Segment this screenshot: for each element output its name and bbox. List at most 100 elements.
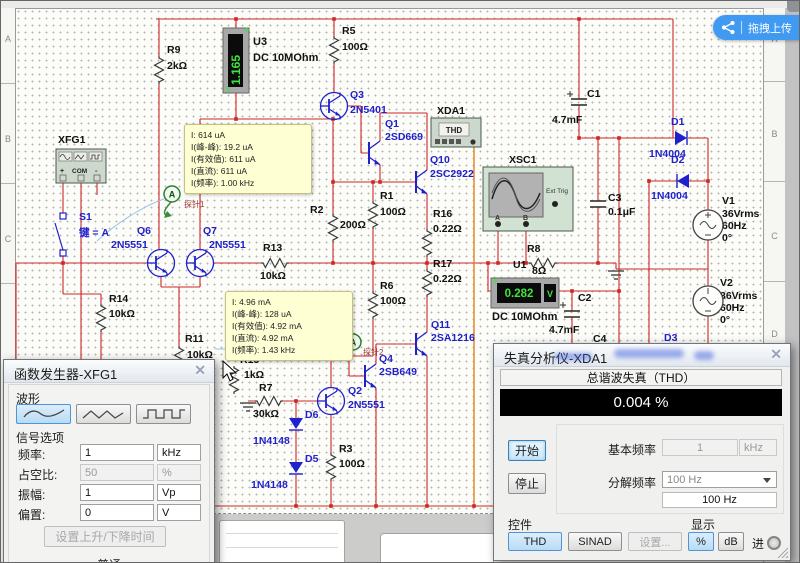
percent-button[interactable]: % (688, 532, 714, 551)
controls-group-label: 控件 (508, 516, 532, 533)
svg-text:键 = A: 键 = A (78, 226, 109, 239)
frequency-input[interactable]: 1 (80, 444, 154, 461)
svg-text:Q11: Q11 (431, 319, 450, 331)
triangle-wave-button[interactable] (76, 404, 131, 424)
capacitor-C3[interactable]: C30.1μF (608, 192, 636, 218)
transistor-Q10[interactable]: Q102SC2922 (430, 154, 474, 180)
dock-box (380, 533, 494, 563)
svg-text:B: B (523, 215, 528, 222)
function-generator-icon[interactable]: XFG1 + COM - (56, 134, 106, 183)
svg-text:36Vrms: 36Vrms (722, 208, 760, 220)
resistor-R11[interactable]: R1110kΩ (185, 333, 213, 361)
resolution-freq-select[interactable]: 100 Hz (662, 471, 777, 488)
svg-text:D1: D1 (671, 116, 685, 128)
amplitude-input[interactable]: 1 (80, 484, 154, 501)
resistor-R2[interactable]: R2200Ω (310, 204, 366, 231)
panel-titlebar[interactable]: 失真分析仪-XDA1 ✕ (494, 344, 790, 367)
svg-text:10kΩ: 10kΩ (260, 270, 286, 282)
resize-grip[interactable] (776, 546, 788, 558)
resistor-R3[interactable]: R3100Ω (339, 443, 365, 470)
distortion-analyzer-panel[interactable]: 失真分析仪-XDA1 ✕ 总谐波失真（THD） 0.004 % 开始 停止 基本… (493, 343, 791, 561)
svg-text:Q2: Q2 (348, 385, 362, 397)
offset-unit[interactable]: V (157, 504, 201, 521)
svg-text:V1: V1 (722, 195, 735, 207)
sine-wave-button[interactable] (16, 404, 71, 424)
sinad-mode-button[interactable]: SINAD (568, 532, 622, 551)
svg-text:R5: R5 (342, 25, 356, 37)
probe-info-box-1[interactable]: I: 614 uA I(峰-峰): 19.2 uA I(有效值): 611 uA… (184, 124, 312, 194)
resistor-R6[interactable]: R6100Ω (380, 280, 406, 307)
meter-unit: V (547, 289, 553, 299)
svg-text:D5: D5 (305, 453, 319, 465)
thd-mode-button[interactable]: THD (508, 532, 562, 551)
oscilloscope-icon[interactable]: XSC1 Ext Trig A B (483, 154, 573, 231)
frequency-unit[interactable]: kHz (157, 444, 201, 461)
probe-info-line: I(频率): 1.00 kHz (191, 177, 305, 189)
probe-info-line: I(有效值): 611 uA (191, 153, 305, 165)
multimeter-U3[interactable]: 1.165 V U3 DC 10MOhm (223, 28, 319, 95)
resistor-R9[interactable]: R92kΩ (167, 44, 187, 72)
resistor-R16[interactable]: R160.22Ω (433, 208, 462, 235)
svg-text:COM: COM (72, 168, 87, 175)
svg-text:100Ω: 100Ω (380, 206, 406, 218)
transistor-Q11[interactable]: Q112SA1216 (431, 319, 475, 344)
db-button[interactable]: dB (718, 532, 744, 551)
capacitor-C1[interactable]: C14.7mF (552, 88, 601, 126)
resistor-R17[interactable]: R170.22Ω (433, 258, 462, 285)
transistor-Q2[interactable]: Q22N5551 (348, 385, 385, 411)
transistor-Q6[interactable]: Q62N5551 (111, 225, 151, 251)
probe-info-box-2[interactable]: I: 4.96 mA I(峰-峰): 128 uA I(有效值): 4.92 m… (225, 291, 353, 361)
panel-titlebar[interactable]: 函数发生器-XFG1 ✕ (4, 360, 214, 383)
source-V2[interactable]: V236Vrms60Hz0° (720, 277, 758, 326)
transistor-Q1[interactable]: Q12SD669 (385, 118, 423, 143)
square-wave-button[interactable] (136, 404, 191, 424)
stop-button[interactable]: 停止 (508, 473, 546, 494)
svg-text:0°: 0° (720, 314, 730, 326)
svg-text:V2: V2 (720, 277, 733, 289)
duty-unit: % (157, 464, 201, 481)
amplitude-unit[interactable]: Vp (157, 484, 201, 501)
resolution-freq-label: 分解频率 (590, 474, 656, 491)
transistor-Q4[interactable]: Q42SB649 (379, 353, 417, 378)
panel-title: 函数发生器-XFG1 (14, 364, 117, 383)
svg-text:0.22Ω: 0.22Ω (433, 273, 462, 285)
distortion-analyzer-icon[interactable]: XDA1 THD (431, 105, 481, 147)
svg-text:Q3: Q3 (350, 89, 364, 101)
close-icon[interactable]: ✕ (770, 346, 782, 363)
diode-D5[interactable]: D51N4148 (251, 453, 319, 491)
fundamental-freq-input: 1 (662, 439, 738, 456)
settings-button: 设置... (628, 532, 682, 551)
function-generator-panel[interactable]: 函数发生器-XFG1 ✕ 波形 信号选项 频率: 1 kHz 占空比: 50 %… (3, 359, 215, 563)
resolution-freq-value: 100 Hz (667, 474, 702, 486)
signal-options-label: 信号选项 (16, 429, 64, 446)
svg-text:2SD669: 2SD669 (385, 131, 423, 143)
offset-label: 偏置: (18, 506, 45, 523)
dock-box (219, 520, 345, 563)
transistor-Q7[interactable]: Q72N5551 (203, 225, 246, 251)
svg-text:0.1μF: 0.1μF (608, 206, 636, 218)
svg-text:0°: 0° (722, 232, 732, 244)
resistor-R1[interactable]: R1100Ω (380, 190, 406, 218)
source-V1[interactable]: V136Vrms60Hz0° (722, 195, 760, 244)
svg-text:2N5551: 2N5551 (111, 239, 148, 251)
start-button[interactable]: 开始 (508, 440, 546, 461)
duty-label: 占空比: (18, 466, 57, 483)
rise-fall-time-button: 设置上升/下降时间 (44, 526, 166, 547)
resistor-R5[interactable]: R5100Ω (342, 25, 368, 53)
offset-input[interactable]: 0 (80, 504, 154, 521)
close-icon[interactable]: ✕ (194, 362, 206, 379)
edge-label: 进 (752, 535, 764, 552)
resistor-R8[interactable]: R88Ω (527, 243, 546, 277)
drag-upload-button[interactable]: 拖拽上传 (713, 15, 800, 40)
multisim-workspace: A B C A B C D (0, 0, 800, 563)
resistor-R14[interactable]: R1410kΩ (109, 293, 135, 320)
triangle-icon (81, 406, 127, 422)
multimeter-U1[interactable]: 0.282 V U1 DC 10MOhm (491, 259, 559, 323)
chevron-down-icon[interactable] (763, 478, 771, 483)
watermark-blur (614, 349, 684, 358)
display-group-label: 显示 (691, 516, 715, 533)
svg-text:Q7: Q7 (203, 225, 217, 237)
transistor-Q3[interactable]: Q32N5401 (350, 89, 387, 116)
svg-text:R16: R16 (433, 208, 452, 220)
switch-s1[interactable] (55, 213, 66, 256)
